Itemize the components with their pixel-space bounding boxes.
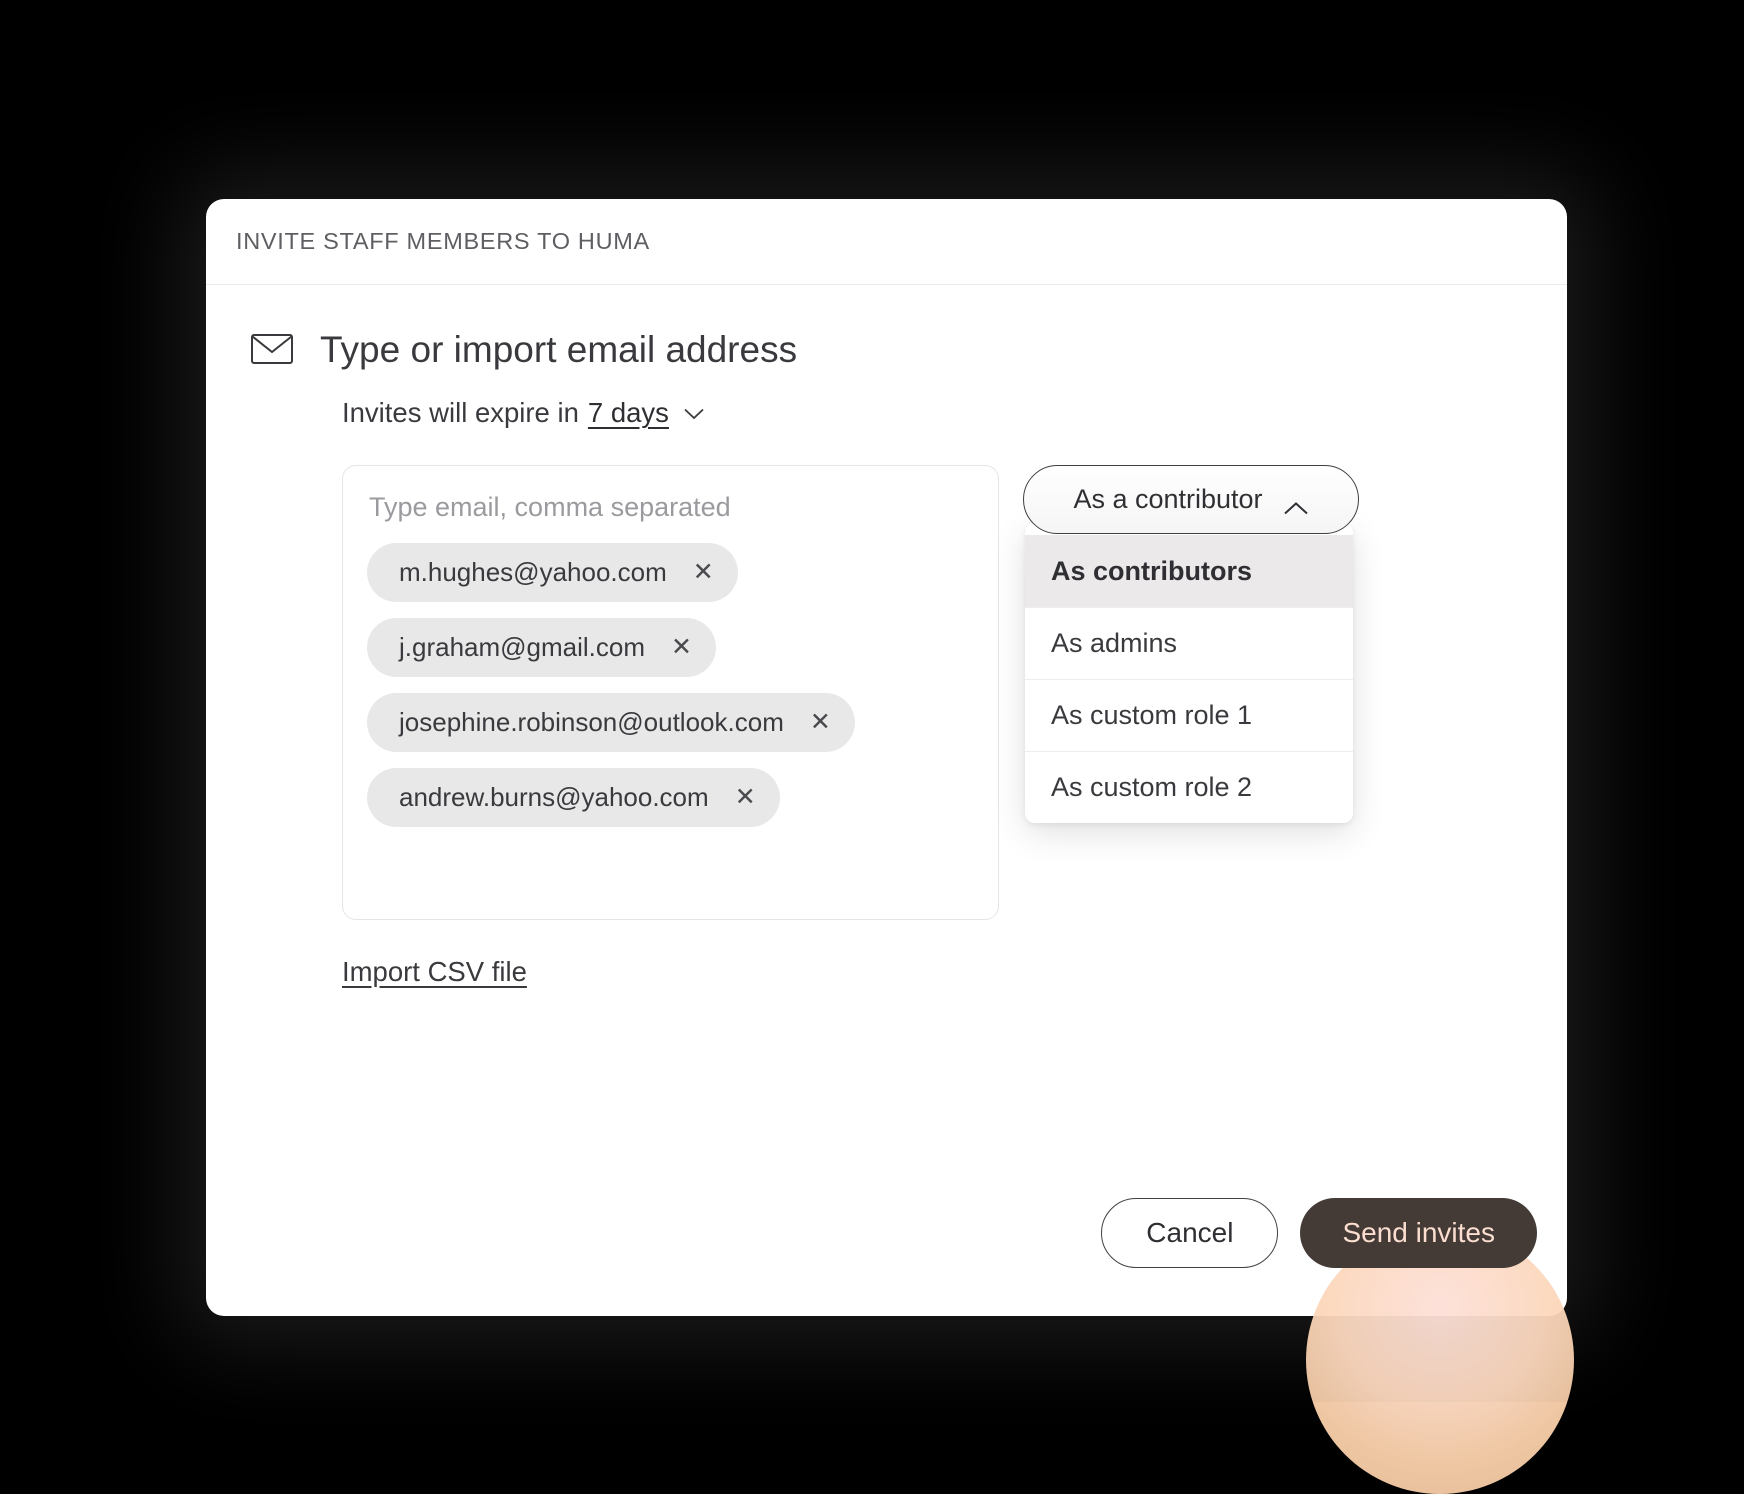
email-input-placeholder: Type email, comma separated [369,492,731,522]
email-chip-label: andrew.burns@yahoo.com [399,782,709,812]
dialog-footer: Cancel Send invites [1101,1198,1537,1268]
role-option-label: As custom role 2 [1051,772,1253,802]
dialog-header: INVITE STAFF MEMBERS TO HUMA [206,199,1567,285]
email-chip-label: j.graham@gmail.com [399,632,646,662]
email-input-container[interactable]: Type email, comma separated m.hughes@yah… [342,465,999,920]
email-chip-label: josephine.robinson@outlook.com [399,707,784,737]
invite-content-row: Type email, comma separated m.hughes@yah… [342,465,1537,920]
cancel-button[interactable]: Cancel [1101,1198,1279,1268]
role-option-label: As custom role 1 [1051,700,1253,730]
role-option-custom-role-2[interactable]: As custom role 2 [1025,751,1353,823]
email-chip[interactable]: josephine.robinson@outlook.com ✕ [367,693,855,752]
close-icon[interactable]: ✕ [693,560,714,585]
role-select-menu: As contributors As admins As custom role… [1025,523,1353,823]
screen-root: INVITE STAFF MEMBERS TO HUMA Type or imp… [0,0,1744,1494]
invite-staff-dialog: INVITE STAFF MEMBERS TO HUMA Type or imp… [206,199,1574,1494]
invite-expiry-label: Invites will expire in [342,397,579,428]
email-chip[interactable]: andrew.burns@yahoo.com ✕ [367,768,780,827]
highlight-glow-lower [1306,1402,1574,1494]
email-chip-label: m.hughes@yahoo.com [399,557,667,587]
section-heading-row: Type or import email address [250,327,1537,371]
email-chip-row: andrew.burns@yahoo.com ✕ [367,768,974,827]
invite-expiry-select[interactable]: 7 days [588,397,669,429]
import-csv-link[interactable]: Import CSV file [342,956,527,988]
role-option-label: As admins [1051,628,1178,658]
page-title: Type or import email address [320,328,798,370]
role-option-admins[interactable]: As admins [1025,607,1353,679]
email-chip[interactable]: j.graham@gmail.com ✕ [367,618,716,677]
send-invites-button[interactable]: Send invites [1300,1198,1537,1268]
role-option-contributors[interactable]: As contributors [1025,535,1353,607]
role-option-label: As contributors [1051,555,1253,586]
role-select-wrapper: As contributors As admins As custom role… [1023,465,1359,823]
dialog-title: INVITE STAFF MEMBERS TO HUMA [236,228,650,254]
close-icon[interactable]: ✕ [810,710,831,735]
chevron-down-icon[interactable] [683,395,705,420]
envelope-icon [250,327,294,371]
dialog-body: Type or import email address Invites wil… [206,285,1574,1494]
email-chip-row: m.hughes@yahoo.com ✕ [367,543,974,602]
email-chip[interactable]: m.hughes@yahoo.com ✕ [367,543,738,602]
close-icon[interactable]: ✕ [735,785,756,810]
email-chip-row: j.graham@gmail.com ✕ [367,618,974,677]
role-select-value: As a contributor [1073,484,1263,514]
chevron-up-icon[interactable] [1283,492,1309,515]
role-select-button[interactable]: As a contributor [1023,465,1359,534]
email-chip-row: josephine.robinson@outlook.com ✕ [367,693,974,752]
role-option-custom-role-1[interactable]: As custom role 1 [1025,679,1353,751]
invite-expiry-row: Invites will expire in 7 days [342,397,1537,429]
close-icon[interactable]: ✕ [671,635,692,660]
